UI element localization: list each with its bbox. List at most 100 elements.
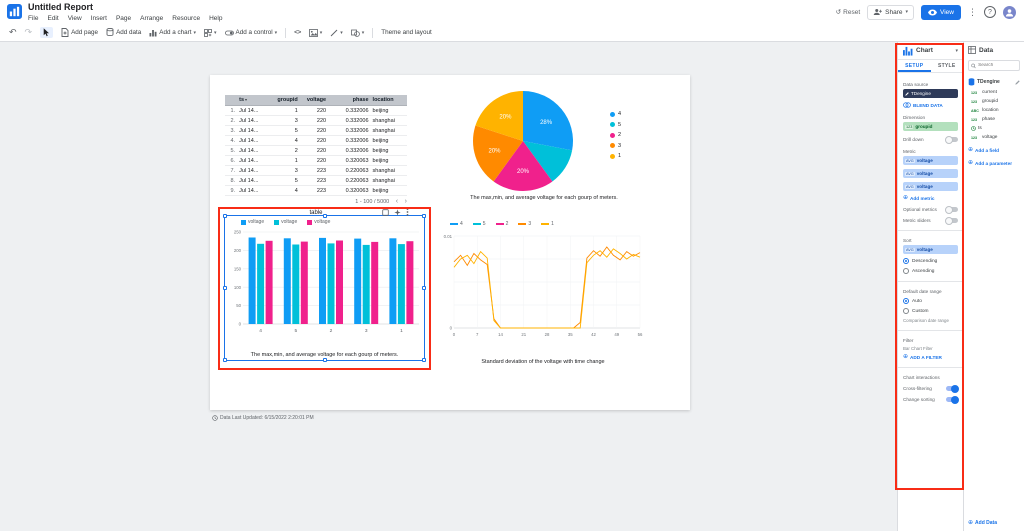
resize-handle[interactable] xyxy=(223,214,227,218)
legend-item-5[interactable]: 5 xyxy=(610,122,621,128)
pie-chart[interactable]: 28%20%20%20% 45231 The max,min, and aver… xyxy=(438,89,650,201)
field-voltage[interactable]: 123voltage xyxy=(964,133,1024,142)
add-chart-button[interactable]: Add a chart ▾ xyxy=(149,29,196,37)
chart-action-square-icon[interactable] xyxy=(382,209,389,216)
help-button[interactable]: ? xyxy=(984,6,996,18)
line-legend-item-1[interactable]: 1 xyxy=(541,221,554,227)
date-range-option-auto[interactable]: Auto xyxy=(903,298,958,304)
undo-button[interactable]: ↶ xyxy=(9,28,17,37)
bar-2-series1[interactable] xyxy=(328,243,335,324)
bar-chart[interactable]: voltagevoltagevoltage 050100150200250452… xyxy=(224,215,425,361)
shape-tool-button[interactable]: ▾ xyxy=(351,29,365,37)
resize-handle[interactable] xyxy=(223,358,227,362)
blend-data-button[interactable]: BLEND DATA xyxy=(903,102,958,108)
chart-panel-header[interactable]: Chart ▾ xyxy=(898,42,963,60)
table-row[interactable]: 8.Jul 14...52230.220063shanghai xyxy=(225,176,407,186)
table-row[interactable]: 7.Jul 14...32230.220063shanghai xyxy=(225,166,407,176)
data-source-chip[interactable]: TDengine xyxy=(903,89,958,98)
table-row[interactable]: 5.Jul 14...22200.332006beijing xyxy=(225,146,407,156)
legend-item-1[interactable]: 1 xyxy=(610,153,621,159)
menu-help[interactable]: Help xyxy=(209,15,222,22)
embed-button[interactable]: <> xyxy=(294,29,301,36)
add-parameter-button[interactable]: ⊕ Add a parameter xyxy=(964,158,1024,168)
bar-1-series0[interactable] xyxy=(389,238,396,324)
image-button[interactable]: ▾ xyxy=(309,29,323,37)
line-legend-item-2[interactable]: 2 xyxy=(496,221,509,227)
field-phase[interactable]: 123phase xyxy=(964,115,1024,124)
line-chart[interactable]: 45231 07142128354249560.010 Standard dev… xyxy=(438,221,648,369)
community-visualizations-button[interactable]: ▾ xyxy=(204,29,217,37)
app-logo-icon[interactable] xyxy=(7,4,22,19)
menu-resource[interactable]: Resource xyxy=(172,15,200,22)
share-button[interactable]: Share ▾ xyxy=(867,5,914,20)
change-sorting-toggle[interactable] xyxy=(946,397,958,402)
sort-metric-chip[interactable]: AVG voltage xyxy=(903,245,958,254)
field-ts[interactable]: ts xyxy=(964,124,1024,133)
reset-button[interactable]: ↺ Reset xyxy=(836,8,860,16)
menu-view[interactable]: View xyxy=(68,15,82,22)
legend-item-3[interactable]: 3 xyxy=(610,143,621,149)
report-canvas[interactable]: ts▾groupidvoltagephaselocation1.Jul 14..… xyxy=(0,42,897,531)
bar-5-series2[interactable] xyxy=(301,242,308,324)
resize-handle[interactable] xyxy=(422,214,426,218)
add-metric-button[interactable]: ⊕ Add metric xyxy=(903,195,958,201)
edit-source-icon[interactable] xyxy=(1015,80,1020,85)
chart-action-sparkle-icon[interactable] xyxy=(394,209,401,216)
sort-option-descending[interactable]: Descending xyxy=(903,258,958,264)
menu-page[interactable]: Page xyxy=(116,15,131,22)
bar-4-series1[interactable] xyxy=(257,244,264,324)
table-row[interactable]: 3.Jul 14...52200.332006shanghai xyxy=(225,126,407,136)
sort-option-ascending[interactable]: Ascending xyxy=(903,268,958,274)
data-source-row[interactable]: TDengine xyxy=(964,76,1024,88)
table-row[interactable]: 9.Jul 14...42230.320063beijing xyxy=(225,186,407,196)
metric-chip-voltage[interactable]: AVGvoltage xyxy=(903,169,958,178)
table-chart[interactable]: ts▾groupidvoltagephaselocation1.Jul 14..… xyxy=(225,95,407,216)
page-prev-icon[interactable]: ‹ xyxy=(396,198,398,205)
add-filter-button[interactable]: ⊕ ADD A FILTER xyxy=(903,354,958,360)
tab-style[interactable]: STYLE xyxy=(931,60,964,72)
cross-filtering-toggle[interactable] xyxy=(946,386,958,391)
bar-5-series1[interactable] xyxy=(292,245,299,325)
bar-5-series0[interactable] xyxy=(284,238,291,324)
select-tool-button[interactable] xyxy=(40,27,53,38)
metric-chip-voltage[interactable]: AVGvoltage xyxy=(903,156,958,165)
menu-insert[interactable]: Insert xyxy=(91,15,107,22)
view-button[interactable]: View xyxy=(921,5,961,20)
chart-more-options-icon[interactable] xyxy=(406,208,409,216)
report-title[interactable]: Untitled Report xyxy=(28,2,222,12)
table-header-voltage[interactable]: voltage xyxy=(300,95,328,106)
resize-handle[interactable] xyxy=(323,358,327,362)
bar-4-series0[interactable] xyxy=(249,238,256,325)
metric-sliders-toggle[interactable] xyxy=(946,218,958,223)
bar-2-series2[interactable] xyxy=(336,241,343,325)
resize-handle[interactable] xyxy=(422,286,426,290)
table-row[interactable]: 4.Jul 14...42200.332006beijing xyxy=(225,136,407,146)
page-next-icon[interactable]: › xyxy=(405,198,407,205)
menu-file[interactable]: File xyxy=(28,15,38,22)
search-field[interactable] xyxy=(968,60,1020,71)
theme-layout-button[interactable]: Theme and layout xyxy=(381,29,431,36)
table-row[interactable]: 2.Jul 14...32200.332006shanghai xyxy=(225,116,407,126)
optional-metrics-toggle[interactable] xyxy=(946,207,958,212)
add-control-button[interactable]: Add a control ▾ xyxy=(225,29,278,37)
field-current[interactable]: 123current xyxy=(964,88,1024,97)
legend-item-2[interactable]: 2 xyxy=(610,132,621,138)
tab-setup[interactable]: SETUP xyxy=(898,60,931,72)
date-range-option-custom[interactable]: Custom xyxy=(903,308,958,314)
line-legend-item-3[interactable]: 3 xyxy=(518,221,531,227)
resize-handle[interactable] xyxy=(422,358,426,362)
dimension-chip-groupid[interactable]: 123 groupid xyxy=(903,122,958,131)
user-avatar[interactable] xyxy=(1003,6,1016,19)
bar-2-series0[interactable] xyxy=(319,238,326,324)
metric-chip-voltage[interactable]: AVGvoltage xyxy=(903,182,958,191)
bar-legend-item[interactable]: voltage xyxy=(307,219,330,225)
bar-3-series2[interactable] xyxy=(371,242,378,324)
bar-legend-item[interactable]: voltage xyxy=(274,219,297,225)
drill-down-toggle[interactable] xyxy=(946,137,958,142)
add-data-button-toolbar[interactable]: Add data xyxy=(106,28,141,37)
resize-handle[interactable] xyxy=(323,214,327,218)
menu-arrange[interactable]: Arrange xyxy=(140,15,163,22)
bar-1-series2[interactable] xyxy=(406,241,413,324)
line-legend-item-4[interactable]: 4 xyxy=(450,221,463,227)
add-page-button[interactable]: Add page xyxy=(61,28,98,37)
